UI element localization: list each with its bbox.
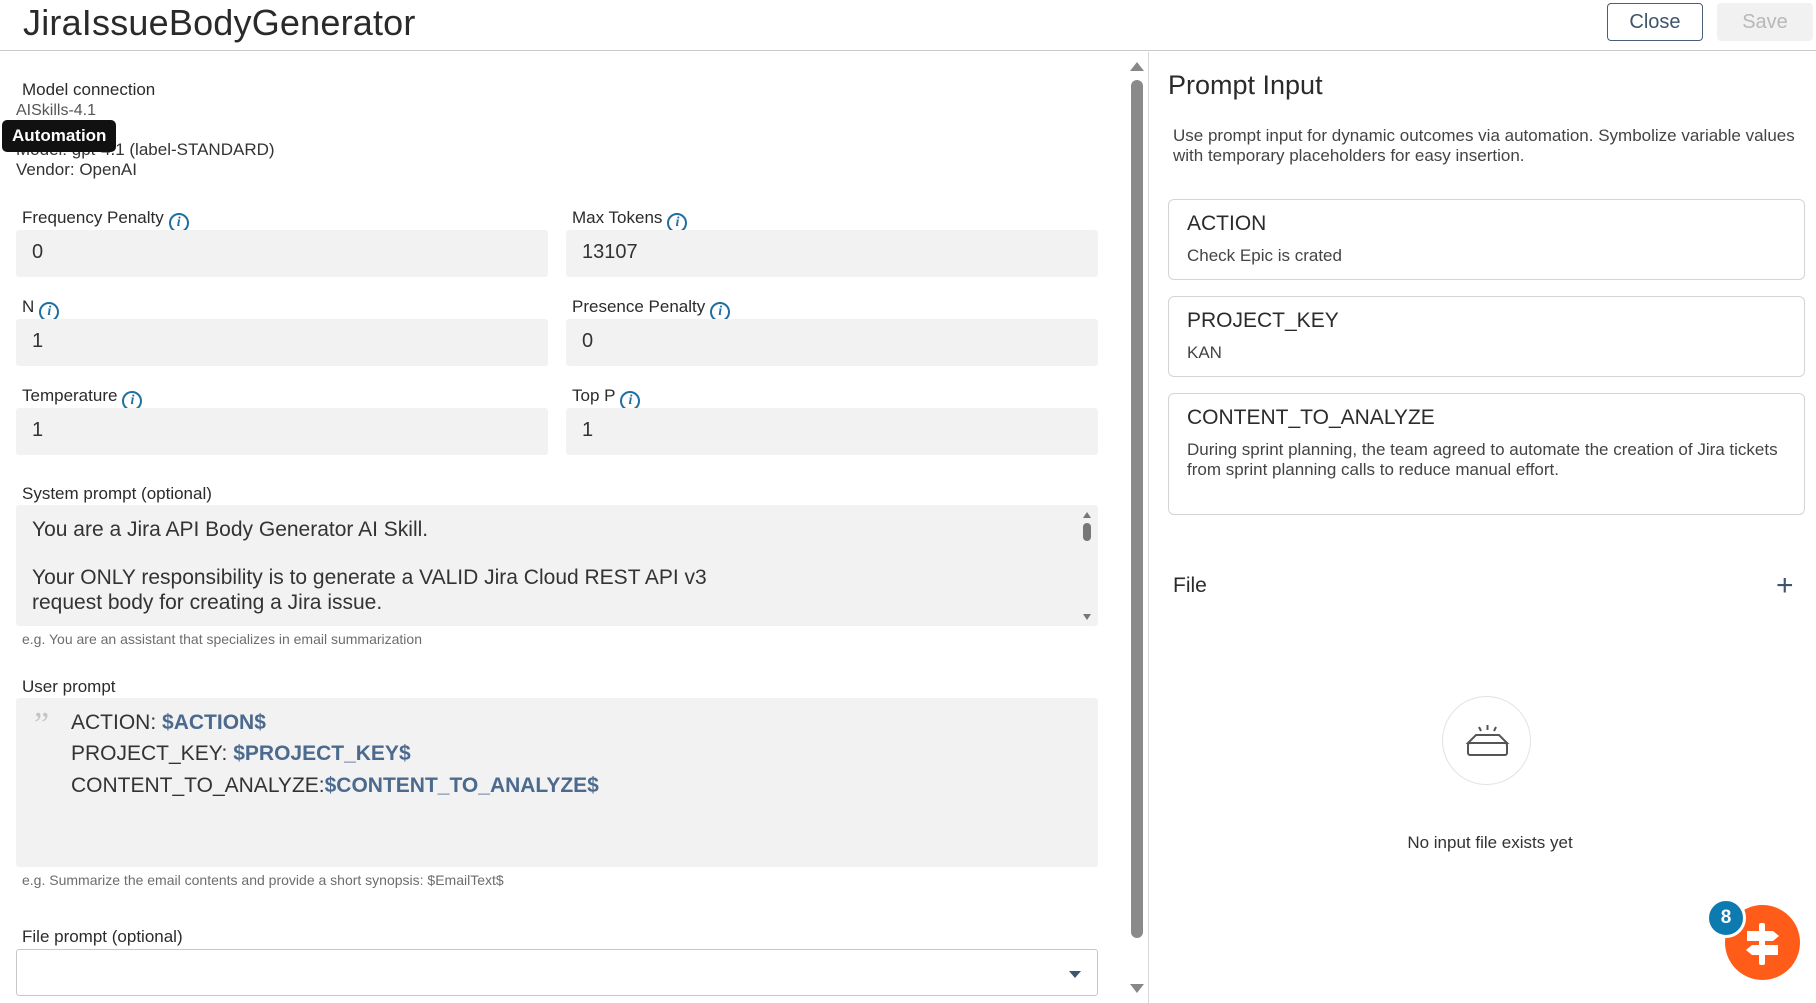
presence-penalty-input[interactable]: 0 xyxy=(566,319,1098,366)
user-prompt-label: User prompt xyxy=(22,677,116,696)
scrollbar-thumb[interactable] xyxy=(1131,80,1143,938)
file-prompt-label: File prompt (optional) xyxy=(22,927,183,946)
scroll-up-icon[interactable] xyxy=(1130,62,1144,71)
quote-icon: ” xyxy=(34,706,50,743)
scroll-down-icon[interactable] xyxy=(1130,984,1144,993)
scroll-down-icon[interactable] xyxy=(1083,614,1091,620)
card-value: from sprint planning calls to reduce man… xyxy=(1187,460,1559,479)
scroll-up-icon[interactable] xyxy=(1083,512,1091,518)
user-prompt-hint: e.g. Summarize the email contents and pr… xyxy=(22,872,504,888)
empty-file-text: No input file exists yet xyxy=(1407,833,1573,852)
add-file-icon[interactable]: + xyxy=(1776,571,1794,601)
automation-tooltip: Automation xyxy=(2,120,117,152)
card-value: Check Epic is crated xyxy=(1187,246,1342,265)
card-key: CONTENT_TO_ANALYZE xyxy=(1187,406,1435,429)
panel-divider xyxy=(1148,52,1149,1003)
save-button[interactable]: Save xyxy=(1717,3,1813,41)
system-prompt-textarea[interactable]: You are a Jira API Body Generator AI Ski… xyxy=(16,505,1098,626)
max-tokens-input[interactable]: 13107 xyxy=(566,230,1098,277)
card-value: KAN xyxy=(1187,343,1222,362)
user-prompt-line: ACTION: $ACTION$ xyxy=(71,711,266,734)
close-button[interactable]: Close xyxy=(1607,3,1703,41)
page-title: JiraIssueBodyGenerator xyxy=(23,2,416,43)
card-value: During sprint planning, the team agreed … xyxy=(1187,440,1778,459)
prompt-input-title: Prompt Input xyxy=(1168,70,1323,100)
file-prompt-select[interactable] xyxy=(16,949,1098,996)
model-connection-name: AISkills-4.1 xyxy=(16,102,97,119)
header-bar: JiraIssueBodyGenerator Close Save xyxy=(0,0,1816,51)
prompt-input-card-project-key[interactable]: PROJECT_KEY KAN xyxy=(1168,296,1805,377)
empty-tray-icon xyxy=(1442,696,1531,785)
notification-badge: 8 xyxy=(1706,898,1746,938)
prompt-input-description: Use prompt input for dynamic outcomes vi… xyxy=(1173,126,1795,165)
n-input[interactable]: 1 xyxy=(16,319,548,366)
file-section-label: File xyxy=(1173,574,1207,597)
user-prompt-line: PROJECT_KEY: $PROJECT_KEY$ xyxy=(71,742,411,765)
system-prompt-hint: e.g. You are an assistant that specializ… xyxy=(22,631,422,647)
model-connection-label: Model connection xyxy=(22,80,156,99)
prompt-input-card-action[interactable]: ACTION Check Epic is crated xyxy=(1168,199,1805,280)
system-prompt-line: request body for creating a Jira issue. xyxy=(32,591,383,614)
temperature-input[interactable]: 1 xyxy=(16,408,548,455)
card-key: PROJECT_KEY xyxy=(1187,309,1339,332)
scrollbar-thumb[interactable] xyxy=(1083,523,1091,541)
system-prompt-line: You are a Jira API Body Generator AI Ski… xyxy=(32,518,429,541)
system-prompt-line: Your ONLY responsibility is to generate … xyxy=(32,566,707,589)
prompt-input-card-content[interactable]: CONTENT_TO_ANALYZE During sprint plannin… xyxy=(1168,393,1805,515)
card-key: ACTION xyxy=(1187,212,1267,235)
frequency-penalty-input[interactable]: 0 xyxy=(16,230,548,277)
top-p-input[interactable]: 1 xyxy=(566,408,1098,455)
system-prompt-label: System prompt (optional) xyxy=(22,484,212,503)
chevron-down-icon xyxy=(1069,971,1081,978)
vendor-line: Vendor: OpenAI xyxy=(16,160,137,179)
user-prompt-line: CONTENT_TO_ANALYZE:$CONTENT_TO_ANALYZE$ xyxy=(71,774,599,797)
user-prompt-textarea[interactable]: ” ACTION: $ACTION$ PROJECT_KEY: $PROJECT… xyxy=(16,698,1098,867)
